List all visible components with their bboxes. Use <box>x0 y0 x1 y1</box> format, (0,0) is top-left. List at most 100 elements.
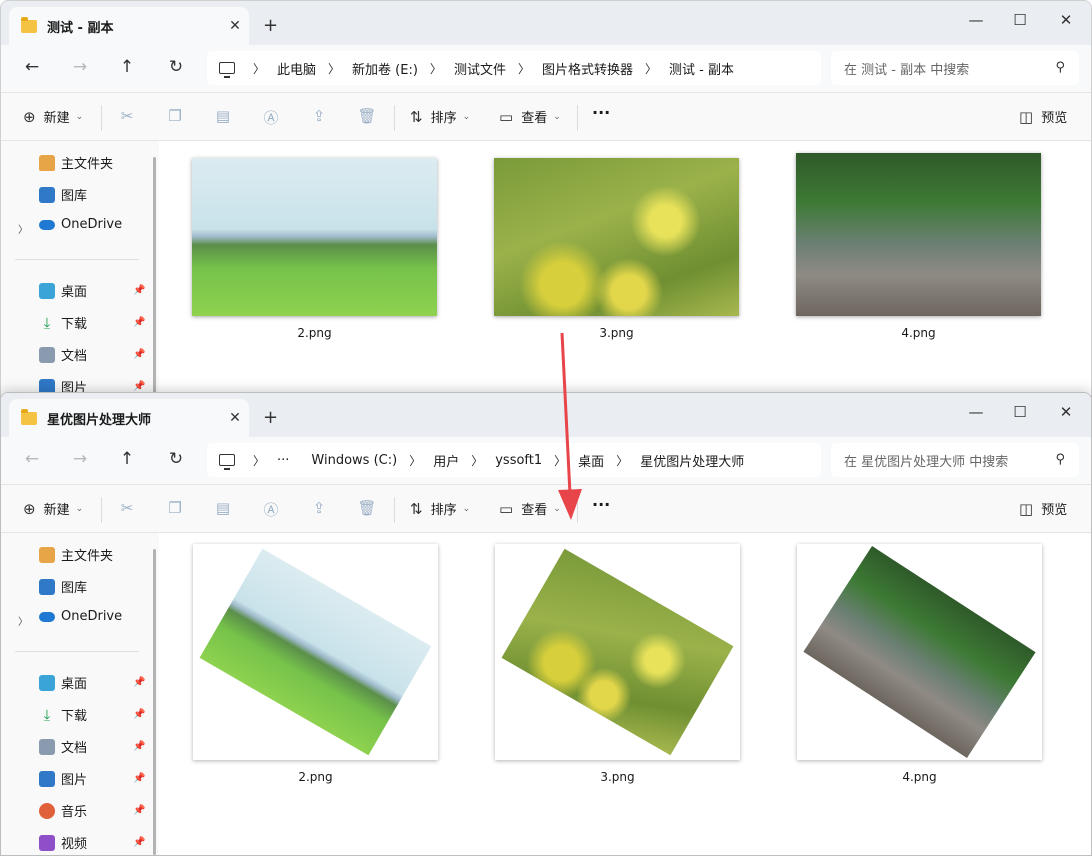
paste-icon[interactable]: ▤ <box>212 107 234 127</box>
pin-icon[interactable]: 📌 <box>133 349 145 360</box>
image-thumbnail[interactable] <box>797 544 1042 760</box>
sidebar-item-gallery[interactable]: 图库 <box>39 577 87 596</box>
new-button[interactable]: ⊕ 新建 ⌄ <box>23 499 83 519</box>
preview-button[interactable]: ◫ 预览 <box>1019 499 1067 519</box>
forward-button[interactable]: → <box>67 57 93 81</box>
refresh-button[interactable]: ↻ <box>163 449 189 473</box>
chevron-right-icon[interactable]: 〉 <box>18 613 28 628</box>
rename-icon[interactable]: Ⓐ <box>260 107 282 127</box>
address-bar[interactable]: 〉 此电脑 〉 新加卷 (E:) 〉 测试文件 〉 图片格式转换器 〉 测试 -… <box>207 51 821 85</box>
tab-active[interactable]: 测试 - 副本 ✕ <box>9 7 249 45</box>
maximize-button[interactable]: ☐ <box>1005 403 1035 421</box>
close-tab-icon[interactable]: ✕ <box>221 410 249 426</box>
pin-icon[interactable]: 📌 <box>133 285 145 296</box>
breadcrumb-item[interactable]: 此电脑 <box>277 59 316 78</box>
back-button[interactable]: ← <box>19 57 45 81</box>
breadcrumb-item[interactable]: Windows (C:) <box>311 453 397 468</box>
file-name[interactable]: 4.png <box>796 326 1041 340</box>
back-button[interactable]: ← <box>19 449 45 473</box>
pin-icon[interactable]: 📌 <box>133 805 145 816</box>
share-icon[interactable]: ⇪ <box>308 107 330 127</box>
file-name[interactable]: 2.png <box>193 770 438 784</box>
chevron-right-icon[interactable]: 〉 <box>18 221 28 236</box>
scrollbar[interactable] <box>153 549 156 855</box>
address-bar[interactable]: 〉 ··· Windows (C:) 〉 用户 〉 yssoft1 〉 桌面 〉… <box>207 443 821 477</box>
cut-icon[interactable]: ✂ <box>116 499 138 519</box>
sidebar-item-music[interactable]: 音乐 📌 <box>39 801 145 820</box>
up-button[interactable]: ↑ <box>114 449 140 473</box>
sort-button[interactable]: ⇅ 排序 ⌄ <box>410 107 470 127</box>
view-button[interactable]: ▭ 查看 ⌄ <box>499 499 561 519</box>
sidebar-item-onedrive[interactable]: OneDrive <box>39 609 122 624</box>
file-name[interactable]: 3.png <box>495 770 740 784</box>
sidebar-item-documents[interactable]: 文档 📌 <box>39 737 145 756</box>
up-button[interactable]: ↑ <box>114 57 140 81</box>
sidebar-item-pictures[interactable]: 图片 📌 <box>39 769 145 788</box>
rename-icon[interactable]: Ⓐ <box>260 499 282 519</box>
scrollbar[interactable] <box>153 157 156 399</box>
image-thumbnail[interactable] <box>495 544 740 760</box>
refresh-button[interactable]: ↻ <box>163 57 189 81</box>
forward-button[interactable]: → <box>67 449 93 473</box>
close-window-button[interactable]: ✕ <box>1051 403 1081 421</box>
share-icon[interactable]: ⇪ <box>308 499 330 519</box>
copy-icon[interactable]: ❐ <box>164 107 186 127</box>
search-placeholder: 在 星优图片处理大师 中搜索 <box>844 454 1009 470</box>
sidebar-item-documents[interactable]: 文档 📌 <box>39 345 145 364</box>
image-thumbnail[interactable] <box>193 544 438 760</box>
breadcrumb-item[interactable]: yssoft1 <box>495 453 542 468</box>
sidebar-item-home[interactable]: 主文件夹 <box>39 545 113 564</box>
new-tab-button[interactable]: + <box>263 15 278 36</box>
image-thumbnail[interactable] <box>192 158 437 316</box>
close-tab-icon[interactable]: ✕ <box>221 18 249 34</box>
sidebar-item-desktop[interactable]: 桌面 📌 <box>39 281 145 300</box>
image-thumbnail[interactable] <box>796 153 1041 316</box>
delete-icon[interactable]: 🗑 <box>356 107 378 127</box>
pin-icon[interactable]: 📌 <box>133 741 145 752</box>
pin-icon[interactable]: 📌 <box>133 381 145 392</box>
sidebar-item-onedrive[interactable]: OneDrive <box>39 217 122 232</box>
breadcrumb-overflow[interactable]: ··· <box>277 453 289 468</box>
breadcrumb-item[interactable]: 图片格式转换器 <box>542 59 633 78</box>
breadcrumb-item[interactable]: 桌面 <box>578 451 604 470</box>
file-name[interactable]: 4.png <box>797 770 1042 784</box>
preview-button[interactable]: ◫ 预览 <box>1019 107 1067 127</box>
view-button[interactable]: ▭ 查看 ⌄ <box>499 107 561 127</box>
search-input[interactable]: 在 测试 - 副本 中搜索 ⚲ <box>831 51 1079 85</box>
breadcrumb-item[interactable]: 测试 - 副本 <box>669 59 734 78</box>
pin-icon[interactable]: 📌 <box>133 837 145 848</box>
minimize-button[interactable]: — <box>961 11 991 29</box>
more-options-button[interactable]: ··· <box>592 495 610 514</box>
search-input[interactable]: 在 星优图片处理大师 中搜索 ⚲ <box>831 443 1079 477</box>
pin-icon[interactable]: 📌 <box>133 709 145 720</box>
cut-icon[interactable]: ✂ <box>116 107 138 127</box>
file-name[interactable]: 2.png <box>192 326 437 340</box>
delete-icon[interactable]: 🗑 <box>356 499 378 519</box>
maximize-button[interactable]: ☐ <box>1005 11 1035 29</box>
pin-icon[interactable]: 📌 <box>133 317 145 328</box>
new-tab-button[interactable]: + <box>263 407 278 428</box>
breadcrumb-item[interactable]: 测试文件 <box>454 59 506 78</box>
sidebar-item-downloads[interactable]: ⤓ 下载 📌 <box>39 705 146 725</box>
minimize-button[interactable]: — <box>961 403 991 421</box>
new-button[interactable]: ⊕ 新建 ⌄ <box>23 107 83 127</box>
sidebar-item-downloads[interactable]: ⤓ 下载 📌 <box>39 313 146 333</box>
file-view: 2.png 3.png 4.png <box>163 141 1091 399</box>
pin-icon[interactable]: 📌 <box>133 677 145 688</box>
breadcrumb-item[interactable]: 星优图片处理大师 <box>640 451 744 470</box>
pin-icon[interactable]: 📌 <box>133 773 145 784</box>
breadcrumb-item[interactable]: 新加卷 (E:) <box>352 59 418 78</box>
sort-button[interactable]: ⇅ 排序 ⌄ <box>410 499 470 519</box>
file-name[interactable]: 3.png <box>494 326 739 340</box>
sidebar-item-videos[interactable]: 视频 📌 <box>39 833 145 852</box>
sidebar-item-home[interactable]: 主文件夹 <box>39 153 113 172</box>
paste-icon[interactable]: ▤ <box>212 499 234 519</box>
more-options-button[interactable]: ··· <box>592 103 610 122</box>
tab-active[interactable]: 星优图片处理大师 ✕ <box>9 399 249 437</box>
breadcrumb-item[interactable]: 用户 <box>433 451 459 470</box>
copy-icon[interactable]: ❐ <box>164 499 186 519</box>
image-thumbnail[interactable] <box>494 158 739 316</box>
sidebar-item-desktop[interactable]: 桌面 📌 <box>39 673 145 692</box>
sidebar-item-gallery[interactable]: 图库 <box>39 185 87 204</box>
close-window-button[interactable]: ✕ <box>1051 11 1081 29</box>
